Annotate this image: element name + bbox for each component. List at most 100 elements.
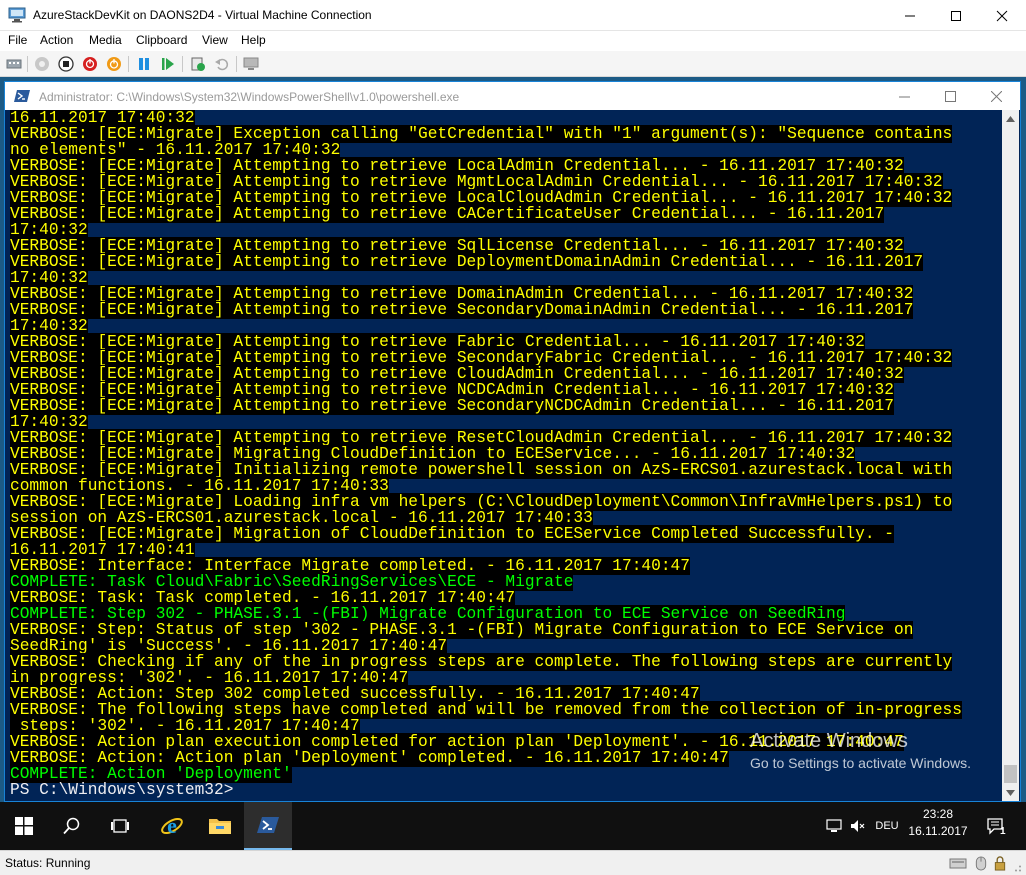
scroll-down-button[interactable]	[1002, 784, 1019, 801]
console-line: 17:40:32	[10, 317, 1002, 335]
menu-media[interactable]: Media	[89, 33, 122, 47]
windows-logo-icon	[15, 817, 33, 835]
console-line: no elements" - 16.11.2017 17:40:32	[10, 141, 1002, 159]
console-line: VERBOSE: [ECE:Migrate] Attempting to ret…	[10, 285, 1002, 303]
turn-off-button[interactable]	[57, 55, 75, 73]
console-line: COMPLETE: Task Cloud\Fabric\SeedRingServ…	[10, 573, 1002, 591]
close-icon	[990, 90, 1002, 102]
task-view-icon	[111, 819, 129, 833]
resume-button[interactable]	[159, 55, 177, 73]
menu-help[interactable]: Help	[241, 33, 266, 47]
shut-down-button[interactable]	[81, 55, 99, 73]
menu-clipboard[interactable]: Clipboard	[136, 33, 187, 47]
close-icon	[996, 10, 1008, 21]
status-bar: Status: Running	[0, 850, 1026, 875]
scroll-up-button[interactable]	[1002, 110, 1019, 127]
minimize-icon	[898, 96, 910, 97]
powershell-titlebar: Administrator: C:\Windows\System32\Windo…	[5, 82, 1020, 110]
console-line: VERBOSE: Interface: Interface Migrate co…	[10, 557, 1002, 575]
console-line-text: VERBOSE: [ECE:Migrate] Attempting to ret…	[10, 301, 914, 319]
checkpoint-button[interactable]	[189, 55, 207, 73]
play-icon	[162, 58, 174, 70]
toolbar-separator	[182, 56, 183, 72]
console-scrollbar[interactable]	[1002, 110, 1019, 801]
search-icon	[63, 817, 80, 835]
console-line-text: PS C:\Windows\system32>	[10, 781, 234, 799]
window-title: AzureStackDevKit on DAONS2D4 - Virtual M…	[33, 8, 372, 22]
ctrl-alt-del-button[interactable]	[5, 55, 23, 73]
input-language[interactable]: DEU	[872, 802, 902, 850]
ps-maximize-button[interactable]	[927, 82, 973, 110]
shutdown-icon	[83, 57, 97, 71]
console-line: VERBOSE: [ECE:Migrate] Attempting to ret…	[10, 333, 1002, 351]
console-line: VERBOSE: [ECE:Migrate] Exception calling…	[10, 125, 1002, 143]
file-explorer-button[interactable]	[196, 802, 244, 850]
vm-status: Status: Running	[5, 856, 91, 870]
chevron-up-icon	[1006, 115, 1015, 122]
console-line: 17:40:32	[10, 269, 1002, 287]
toolbar	[0, 51, 1026, 77]
menu-bar: File Action Media Clipboard View Help	[0, 31, 1026, 51]
maximize-button[interactable]	[933, 0, 979, 31]
vm-connection-icon	[8, 7, 26, 23]
console-line: VERBOSE: [ECE:Migrate] Attempting to ret…	[10, 205, 1002, 223]
console-line: 17:40:32	[10, 221, 1002, 239]
ps-close-button[interactable]	[973, 82, 1019, 110]
pause-button[interactable]	[135, 55, 153, 73]
enhanced-session-button[interactable]	[243, 55, 261, 73]
start-menu-button[interactable]	[0, 802, 48, 850]
console-output[interactable]: 16.11.2017 17:40:32 VERBOSE: [ECE:Migrate…	[10, 110, 1002, 801]
menu-view[interactable]: View	[202, 33, 228, 47]
console-line: VERBOSE: Checking if any of the in progr…	[10, 653, 1002, 671]
keyboard-icon	[6, 59, 22, 69]
activation-watermark: Activate Windows Go to Settings to activ…	[750, 730, 971, 771]
chevron-down-icon	[1006, 789, 1015, 796]
toolbar-separator	[27, 56, 28, 72]
taskbar-clock[interactable]: 23:28 16.11.2017	[906, 806, 970, 840]
console-prompt: PS C:\Windows\system32>	[10, 782, 1002, 798]
task-view-button[interactable]	[96, 802, 144, 850]
powershell-window: Administrator: C:\Windows\System32\Windo…	[4, 81, 1021, 802]
clock-time: 23:28	[922, 807, 954, 821]
menu-file[interactable]: File	[8, 33, 27, 47]
console-line: VERBOSE: [ECE:Migrate] Attempting to ret…	[10, 253, 1002, 271]
maximize-icon	[944, 90, 956, 102]
resize-grip-icon[interactable]	[1010, 859, 1022, 874]
console-line: VERBOSE: [ECE:Migrate] Migration of Clou…	[10, 525, 1002, 543]
console-line: VERBOSE: [ECE:Migrate] Migrating CloudDe…	[10, 445, 1002, 463]
console-line: VERBOSE: [ECE:Migrate] Attempting to ret…	[10, 365, 1002, 383]
enhanced-session-icon	[243, 57, 259, 70]
internet-explorer-icon: e	[161, 814, 183, 838]
start-button[interactable]	[33, 55, 51, 73]
toolbar-separator	[236, 56, 237, 72]
menu-action[interactable]: Action	[40, 33, 73, 47]
search-button[interactable]	[48, 802, 96, 850]
clock-date: 16.11.2017	[908, 824, 968, 838]
console-line: VERBOSE: Step: Status of step '302 - PHA…	[10, 621, 1002, 639]
console-line: VERBOSE: [ECE:Migrate] Attempting to ret…	[10, 429, 1002, 447]
console-line-text: VERBOSE: [ECE:Migrate] Attempting to ret…	[10, 205, 885, 223]
checkpoint-icon	[191, 57, 205, 71]
revert-button[interactable]	[213, 55, 231, 73]
console-line: VERBOSE: [ECE:Migrate] Attempting to ret…	[10, 189, 1002, 207]
ps-minimize-button[interactable]	[881, 82, 927, 110]
power-button[interactable]	[105, 55, 123, 73]
minimize-button[interactable]	[887, 0, 933, 31]
powershell-taskbar-button[interactable]	[244, 802, 292, 850]
toolbar-separator	[128, 56, 129, 72]
console-line: VERBOSE: [ECE:Migrate] Attempting to ret…	[10, 157, 1002, 175]
folder-icon	[209, 819, 231, 834]
console-line: 16.11.2017 17:40:32	[10, 110, 1002, 127]
lock-status-icon	[994, 856, 1006, 871]
console-line-text: VERBOSE: [ECE:Migrate] Attempting to ret…	[10, 397, 894, 415]
stop-icon	[58, 56, 74, 72]
console-line: VERBOSE: [ECE:Migrate] Attempting to ret…	[10, 397, 1002, 415]
volume-tray-button[interactable]	[846, 802, 870, 850]
internet-explorer-button[interactable]: e	[148, 802, 196, 850]
network-tray-button[interactable]	[822, 802, 846, 850]
action-center-button[interactable]: 1	[976, 802, 1016, 850]
scroll-thumb[interactable]	[1004, 765, 1017, 783]
console-line: 17:40:32	[10, 413, 1002, 431]
close-button[interactable]	[979, 0, 1025, 31]
console-line: VERBOSE: [ECE:Migrate] Attempting to ret…	[10, 237, 1002, 255]
